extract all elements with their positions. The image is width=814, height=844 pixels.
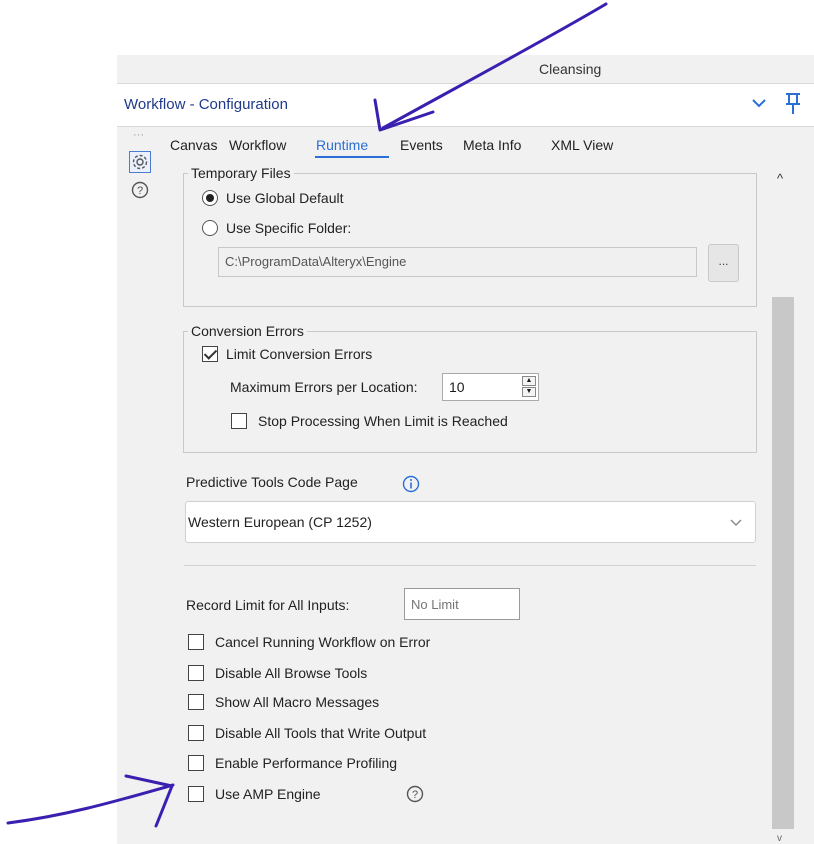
use-global-default-radio[interactable] [202, 190, 218, 206]
window-topbar: Cleansing [117, 55, 814, 82]
section-divider [184, 565, 756, 566]
temporary-files-legend: Temporary Files [191, 165, 291, 181]
tab-workflow[interactable]: Workflow [229, 137, 286, 153]
max-errors-label: Maximum Errors per Location: [230, 379, 418, 395]
record-limit-label: Record Limit for All Inputs: [186, 597, 350, 613]
info-icon[interactable] [402, 475, 420, 493]
pin-icon[interactable] [781, 90, 805, 116]
predictive-code-page-label: Predictive Tools Code Page [186, 474, 358, 490]
limit-conversion-errors-checkbox[interactable] [202, 346, 218, 362]
panel-header: Workflow - Configuration [117, 83, 814, 127]
vertical-scrollbar[interactable]: ^ v [771, 159, 795, 844]
cancel-on-error-label: Cancel Running Workflow on Error [215, 634, 431, 650]
max-errors-value: 10 [449, 379, 465, 395]
svg-text:?: ? [137, 185, 143, 197]
use-specific-folder-radio[interactable] [202, 220, 218, 236]
tab-meta-info[interactable]: Meta Info [463, 137, 521, 153]
record-limit-input[interactable] [404, 588, 520, 620]
use-specific-folder-label: Use Specific Folder: [226, 220, 352, 236]
scrollbar-thumb[interactable] [772, 297, 794, 829]
svg-text:?: ? [412, 789, 418, 801]
tab-events[interactable]: Events [400, 137, 443, 153]
side-toolbar: ··· ? [117, 127, 161, 844]
gear-icon[interactable] [129, 151, 151, 173]
browse-folder-button[interactable]: ... [708, 244, 739, 282]
limit-conversion-errors-label: Limit Conversion Errors [226, 346, 373, 362]
tab-canvas[interactable]: Canvas [170, 137, 217, 153]
conversion-errors-legend: Conversion Errors [191, 323, 304, 339]
enable-profiling-label: Enable Performance Profiling [215, 755, 398, 771]
tab-xml-view[interactable]: XML View [551, 137, 613, 153]
disable-browse-tools-label: Disable All Browse Tools [215, 665, 368, 681]
show-macro-messages-label: Show All Macro Messages [215, 694, 380, 710]
tab-runtime[interactable]: Runtime [316, 137, 368, 153]
code-page-select[interactable]: Western European (CP 1252) [185, 501, 756, 543]
option-checkbox[interactable] [188, 694, 204, 710]
panel-title: Workflow - Configuration [124, 96, 288, 113]
folder-path-input[interactable]: C:\ProgramData\Alteryx\Engine [218, 247, 697, 277]
help-icon[interactable]: ? [406, 785, 424, 803]
temporary-files-group: Temporary Files [183, 165, 757, 307]
stop-processing-label: Stop Processing When Limit is Reached [258, 413, 508, 429]
chevron-down-icon[interactable] [749, 92, 769, 114]
option-checkbox[interactable] [188, 665, 204, 681]
help-icon[interactable]: ? [131, 181, 149, 199]
code-page-value: Western European (CP 1252) [188, 514, 372, 530]
chevron-down-icon [730, 519, 742, 526]
scroll-down-icon[interactable]: v [777, 833, 782, 844]
active-tab-indicator [315, 156, 389, 158]
use-amp-engine-checkbox[interactable] [188, 786, 204, 802]
disable-write-output-label: Disable All Tools that Write Output [215, 725, 427, 741]
stepper-buttons[interactable]: ▲ ▼ [522, 376, 536, 398]
option-checkbox[interactable] [188, 634, 204, 650]
use-amp-engine-label: Use AMP Engine [215, 786, 321, 802]
workflow-name: Cleansing [539, 61, 602, 77]
use-global-default-label: Use Global Default [226, 190, 344, 206]
max-errors-stepper[interactable]: 10 ▲ ▼ [442, 373, 539, 401]
stepper-up-icon[interactable]: ▲ [522, 376, 536, 386]
stop-processing-checkbox[interactable] [231, 413, 247, 429]
option-checkbox[interactable] [188, 755, 204, 771]
scroll-up-icon[interactable]: ^ [777, 171, 783, 186]
more-icon[interactable]: ··· [133, 129, 144, 141]
option-checkbox[interactable] [188, 725, 204, 741]
stepper-down-icon[interactable]: ▼ [522, 387, 536, 397]
